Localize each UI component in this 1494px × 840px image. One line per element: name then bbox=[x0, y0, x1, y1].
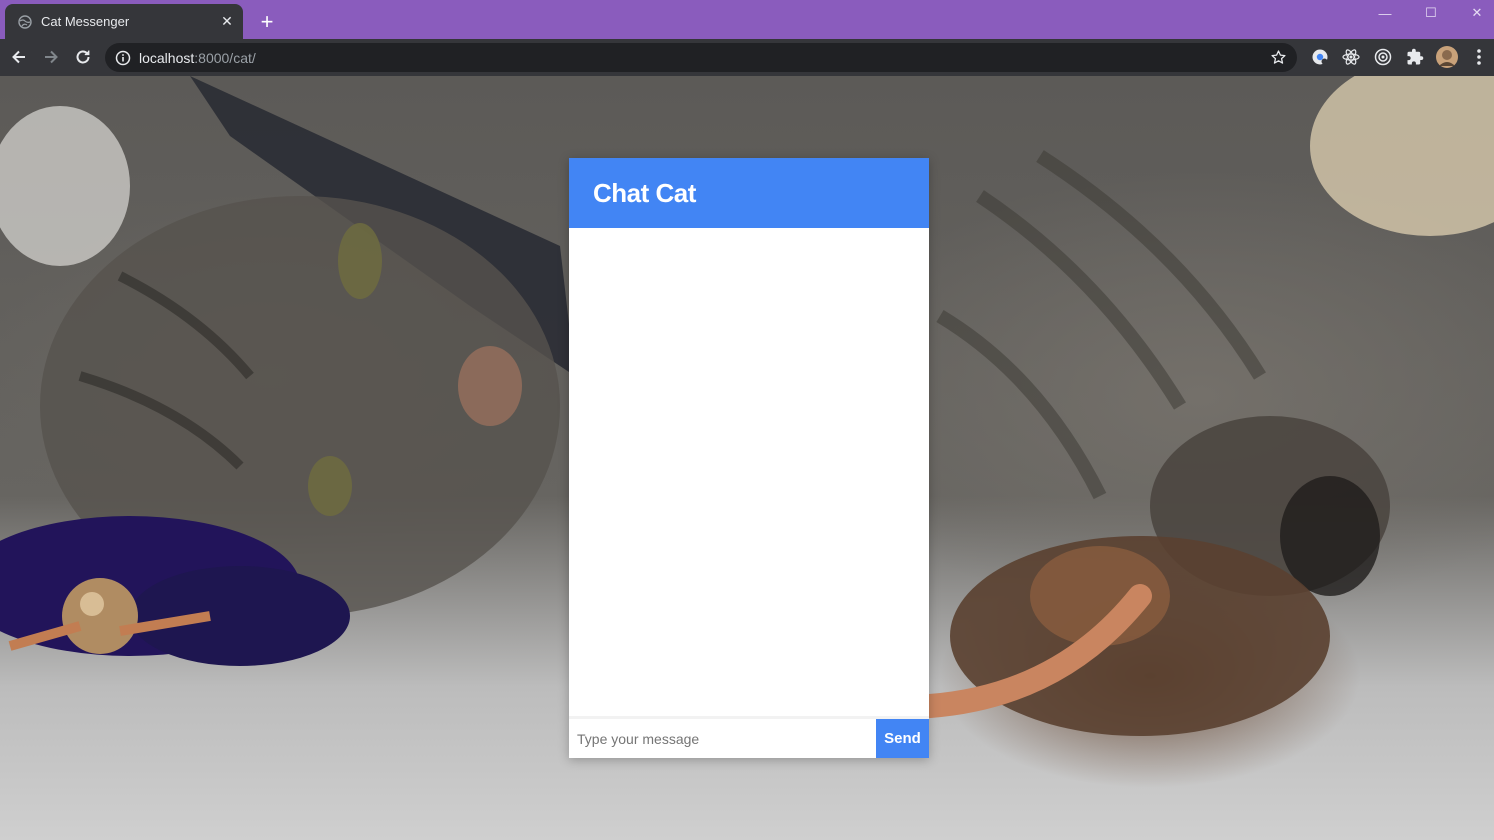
back-button[interactable] bbox=[5, 43, 33, 71]
target-extension-icon[interactable] bbox=[1373, 47, 1393, 67]
chat-header: Chat Cat bbox=[569, 158, 929, 228]
react-devtools-icon[interactable] bbox=[1341, 47, 1361, 67]
chat-title: Chat Cat bbox=[593, 177, 696, 208]
forward-button[interactable] bbox=[37, 43, 65, 71]
maximize-button[interactable]: ☐ bbox=[1408, 0, 1454, 26]
chat-messages-area[interactable] bbox=[569, 228, 929, 716]
kebab-menu-icon[interactable] bbox=[1469, 47, 1489, 67]
reload-button[interactable] bbox=[69, 43, 97, 71]
send-button[interactable]: Send bbox=[876, 719, 929, 758]
chat-input-row: Send bbox=[569, 716, 929, 758]
tab-close-icon[interactable]: ✕ bbox=[217, 12, 237, 32]
address-bar[interactable]: localhost:8000/cat/ bbox=[105, 43, 1297, 72]
browser-tab[interactable]: Cat Messenger ✕ bbox=[5, 4, 243, 39]
url-host: localhost bbox=[139, 49, 195, 66]
url-path: :8000/cat/ bbox=[194, 49, 256, 66]
reload-icon bbox=[76, 50, 90, 64]
browser-titlebar: Cat Messenger ✕ + — ☐ ✕ bbox=[0, 0, 1494, 39]
close-window-button[interactable]: ✕ bbox=[1454, 0, 1494, 26]
avatar[interactable] bbox=[1436, 46, 1458, 68]
globe-icon bbox=[18, 14, 32, 29]
chat-window: Chat Cat Send bbox=[569, 158, 929, 758]
info-icon[interactable] bbox=[115, 50, 131, 66]
star-icon[interactable] bbox=[1270, 49, 1287, 66]
message-input[interactable] bbox=[569, 719, 876, 758]
puzzle-icon[interactable] bbox=[1405, 47, 1425, 67]
extension-chrome-icon[interactable] bbox=[1310, 47, 1330, 67]
arrow-right-icon bbox=[45, 50, 58, 64]
tab-title: Cat Messenger bbox=[41, 14, 130, 29]
arrow-left-icon bbox=[12, 50, 25, 64]
page-background: Chat Cat Send bbox=[0, 76, 1494, 840]
new-tab-button[interactable]: + bbox=[254, 9, 280, 35]
browser-toolbar: localhost:8000/cat/ bbox=[0, 39, 1494, 76]
minimize-button[interactable]: — bbox=[1362, 0, 1408, 26]
